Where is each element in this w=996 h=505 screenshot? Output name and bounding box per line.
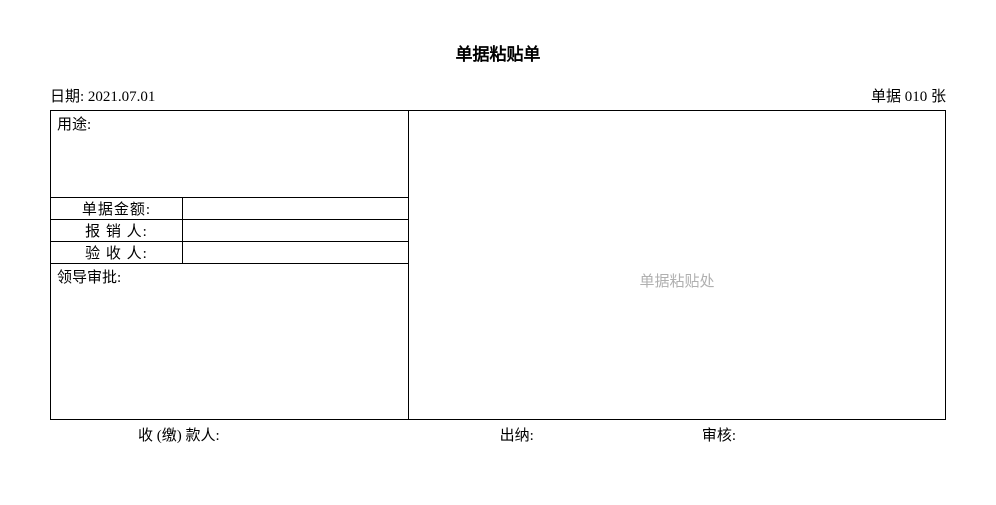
header-row: 日期: 2021.07.01 单据 010 张: [0, 85, 996, 110]
count-field: 单据 010 张: [871, 85, 946, 106]
amount-label: 单据金额:: [51, 198, 183, 219]
approval-section: 领导审批:: [51, 264, 408, 419]
acceptor-row: 验 收 人:: [51, 242, 408, 264]
right-panel: 单据粘贴处: [409, 111, 945, 419]
date-field: 日期: 2021.07.01: [50, 85, 155, 106]
count-unit: 张: [931, 89, 946, 105]
left-panel: 用途: 单据金额: 报 销 人: 验 收 人: 领导审批:: [51, 111, 409, 419]
count-label: 单据: [871, 89, 901, 105]
date-label: 日期:: [50, 89, 84, 105]
purpose-label: 用途:: [57, 117, 91, 133]
auditor-label: 审核:: [702, 424, 736, 445]
form-title: 单据粘贴单: [0, 0, 996, 85]
acceptor-label: 验 收 人:: [51, 242, 183, 263]
amount-row: 单据金额:: [51, 198, 408, 220]
footer-row: 收 (缴) 款人: 出纳: 审核:: [0, 420, 996, 445]
main-box: 用途: 单据金额: 报 销 人: 验 收 人: 领导审批: 单据粘贴处: [50, 110, 946, 420]
paste-hint: 单据粘贴处: [639, 270, 714, 291]
purpose-section: 用途:: [51, 111, 408, 197]
approval-label: 领导审批:: [57, 270, 121, 286]
date-value: 2021.07.01: [88, 89, 156, 105]
cashier-label: 出纳:: [500, 424, 534, 445]
count-value: 010: [905, 89, 928, 105]
payee-label: 收 (缴) 款人:: [138, 424, 220, 445]
applicant-row: 报 销 人:: [51, 220, 408, 242]
mini-table: 单据金额: 报 销 人: 验 收 人:: [51, 197, 408, 264]
applicant-label: 报 销 人:: [51, 220, 183, 241]
